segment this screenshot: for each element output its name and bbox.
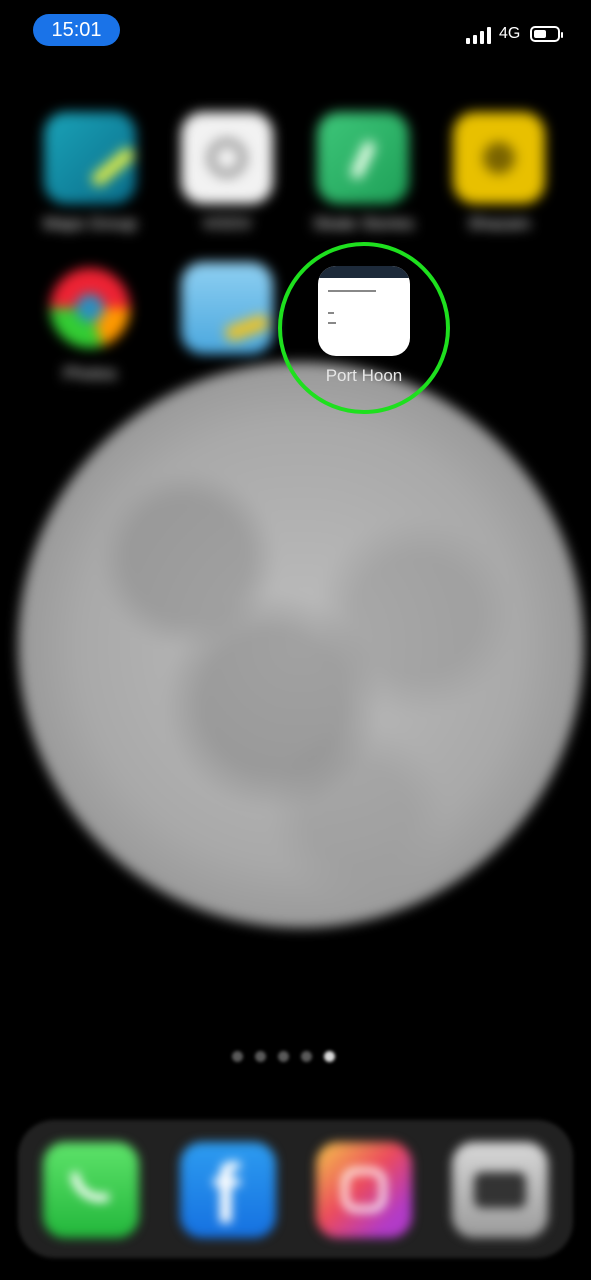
settings-icon — [181, 112, 273, 204]
highlight-ring — [278, 242, 450, 414]
app-sky[interactable] — [177, 262, 277, 364]
app-label: Maps Group — [43, 214, 137, 233]
facebook-icon[interactable] — [180, 1142, 276, 1243]
sky-icon — [181, 262, 273, 354]
page-dot[interactable] — [255, 1050, 266, 1062]
app-settings[interactable]: VOOV — [177, 112, 277, 234]
status-time[interactable]: 15:01 — [33, 14, 120, 46]
app-label: VOOV — [202, 214, 252, 233]
network-type: 4G — [499, 25, 521, 42]
wallpaper-moon — [18, 362, 584, 928]
app-label: Shazam — [467, 214, 531, 233]
page-indicator[interactable] — [232, 1049, 367, 1063]
camera-icon[interactable] — [452, 1142, 548, 1238]
ring-icon — [44, 262, 136, 354]
page-dot[interactable] — [301, 1050, 312, 1062]
cellular-signal-icon — [466, 26, 492, 44]
status-bar: 15:01 4G — [0, 0, 591, 64]
app-maps[interactable]: Maps Group — [40, 112, 140, 234]
phone-icon[interactable] — [43, 1142, 139, 1238]
app-yellow[interactable]: Shazam — [449, 112, 549, 234]
battery-icon — [530, 26, 563, 42]
app-ring[interactable]: Photos — [40, 262, 140, 384]
shield-icon — [453, 112, 545, 204]
page-dot[interactable] — [232, 1050, 243, 1062]
map-icon — [44, 112, 136, 204]
instagram-icon[interactable] — [316, 1142, 412, 1238]
page-dot-active[interactable] — [324, 1050, 335, 1062]
app-label: Photos — [63, 364, 117, 383]
page-dot[interactable] — [278, 1050, 289, 1062]
leaf-icon — [317, 112, 409, 204]
app-green[interactable]: Skate Stories — [313, 112, 415, 234]
app-label: Skate Stories — [313, 214, 415, 233]
